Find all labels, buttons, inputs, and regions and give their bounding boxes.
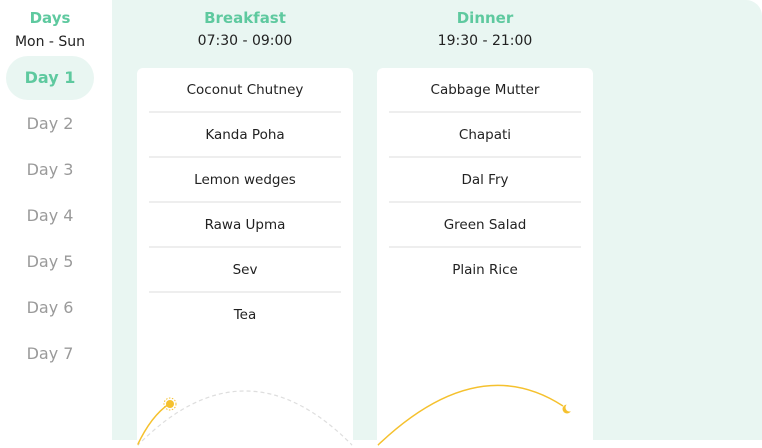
menu-item: Dal Fry [377, 158, 593, 203]
day-tab-7[interactable]: Day 7 [6, 332, 94, 376]
day-tab-1[interactable]: Day 1 [6, 56, 94, 100]
menu-item: Chapati [377, 113, 593, 158]
menu-item: Lemon wedges [137, 158, 353, 203]
day-sidebar: Days Mon - Sun Day 1 Day 2 Day 3 Day 4 D… [0, 0, 112, 440]
breakfast-header: Breakfast 07:30 - 09:00 [137, 0, 353, 49]
menu-item: Tea [233, 307, 257, 323]
breakfast-title: Breakfast [204, 9, 286, 27]
days-range: Mon - Sun [14, 34, 86, 50]
menu-item: Green Salad [377, 203, 593, 248]
sun-icon [163, 397, 177, 411]
dinner-header: Dinner 19:30 - 21:00 [377, 0, 593, 49]
dinner-card: Cabbage Mutter Chapati Dal Fry Green Sal… [377, 68, 593, 448]
day-tab-4[interactable]: Day 4 [6, 194, 94, 238]
days-heading: Days [29, 9, 71, 27]
day-tab-3[interactable]: Day 3 [6, 148, 94, 192]
day-tab-5[interactable]: Day 5 [6, 240, 94, 284]
breakfast-time: 07:30 - 09:00 [197, 33, 293, 49]
menu-item: Rawa Upma [137, 203, 353, 248]
meal-panel: Breakfast 07:30 - 09:00 Coconut Chutney … [112, 0, 762, 448]
menu-item: Sev [137, 248, 353, 293]
breakfast-card: Coconut Chutney Kanda Poha Lemon wedges … [137, 68, 353, 448]
moon-arc [377, 384, 574, 447]
dinner-title: Dinner [456, 9, 514, 27]
menu-item: Cabbage Mutter [377, 68, 593, 113]
dinner-time: 19:30 - 21:00 [437, 33, 533, 49]
day-tab-2[interactable]: Day 2 [6, 102, 94, 146]
day-tab-6[interactable]: Day 6 [6, 286, 94, 330]
moon-icon [562, 403, 574, 414]
menu-item: Kanda Poha [137, 113, 353, 158]
sun-arc [137, 390, 353, 447]
menu-item: Coconut Chutney [137, 68, 353, 113]
menu-item: Plain Rice [452, 262, 518, 278]
